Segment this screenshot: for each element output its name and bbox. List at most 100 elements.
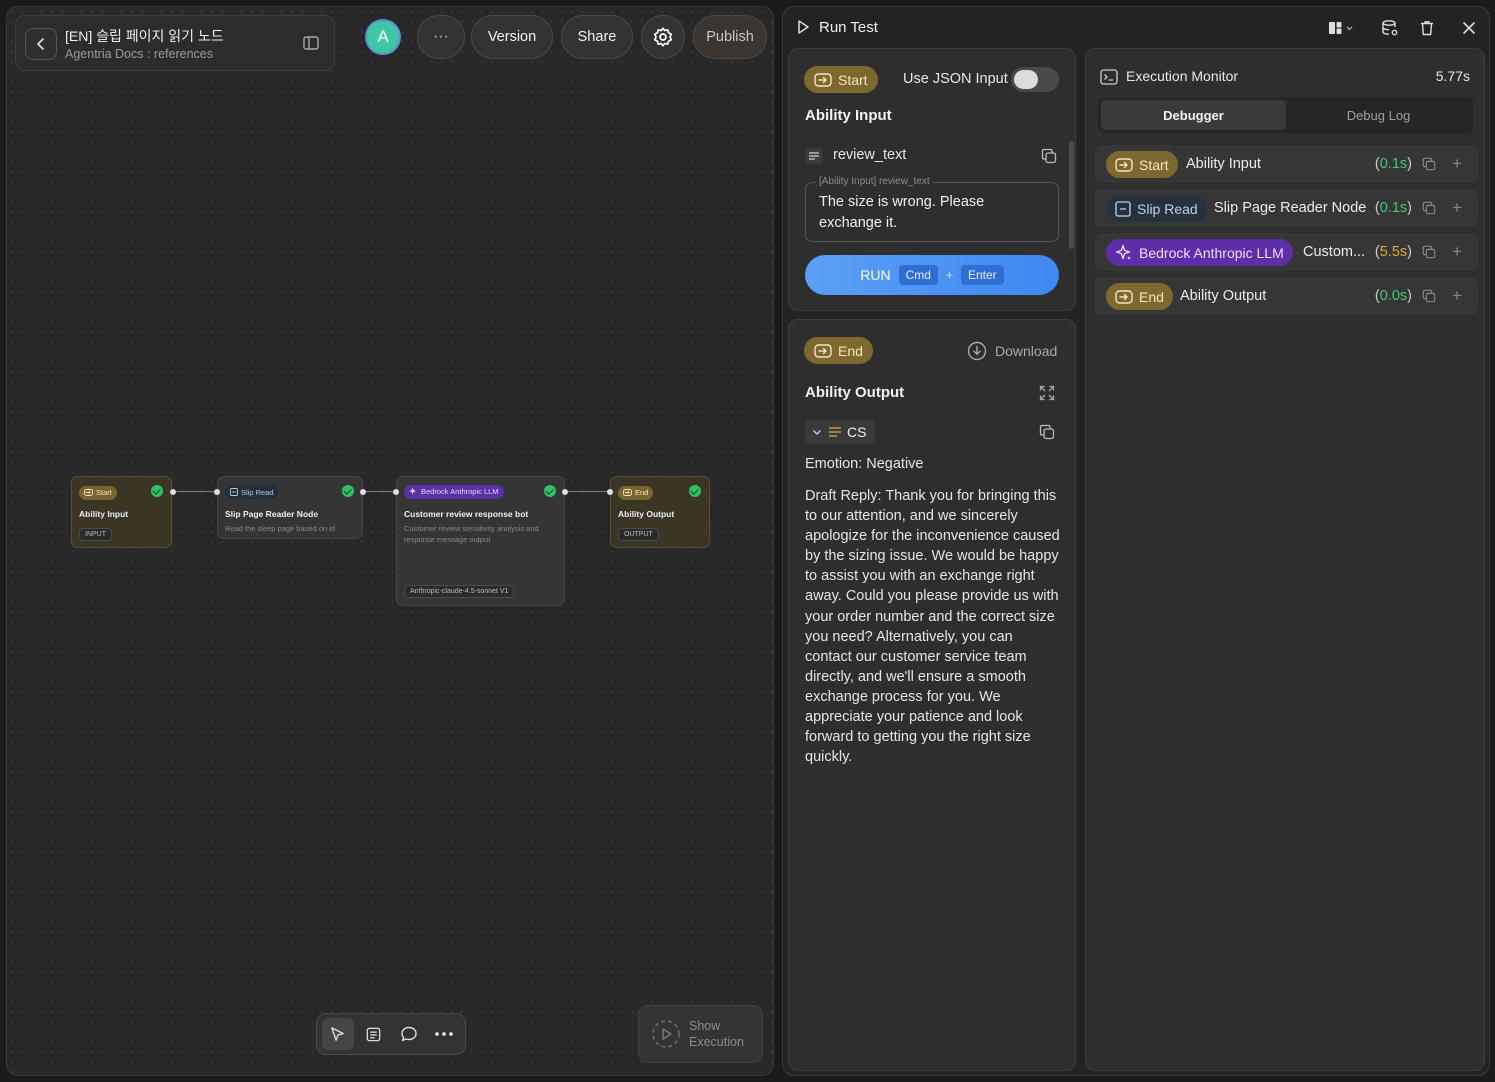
exec-row-bedrock-llm[interactable]: Bedrock Anthropic LLM Custom... (5.5s) +	[1094, 233, 1478, 271]
database-settings-button[interactable]	[1379, 17, 1401, 39]
plus-icon[interactable]: +	[1452, 154, 1462, 174]
run-button[interactable]: RUN Cmd + Enter	[805, 255, 1059, 295]
note-icon	[366, 1027, 381, 1041]
show-execution-button[interactable]: Show Execution	[638, 1005, 763, 1063]
json-input-toggle[interactable]	[1011, 67, 1059, 92]
row-time-value: 0.0s	[1379, 288, 1408, 304]
copy-icon[interactable]	[1039, 424, 1055, 440]
node-start[interactable]: Start Ability Input INPUT	[71, 476, 172, 548]
row-node-name: Ability Output	[1180, 288, 1267, 304]
run-test-panel: Run Test Start Use JSON Input Ability In…	[782, 6, 1490, 1076]
canvas-toolbar	[316, 1013, 466, 1055]
row-duration: (0.1s)	[1375, 200, 1412, 216]
more-options-button[interactable]: ···	[417, 15, 465, 59]
edge-slip-to-llm	[363, 491, 396, 492]
node-port[interactable]	[562, 489, 568, 495]
row-duration: (5.5s)	[1375, 244, 1412, 260]
kbd-plus: +	[945, 268, 953, 282]
copy-icon[interactable]	[1422, 245, 1436, 259]
trash-icon	[1421, 21, 1433, 36]
comment-tool-button[interactable]	[393, 1018, 425, 1050]
json-toggle-label: Use JSON Input	[903, 71, 1008, 87]
copy-icon[interactable]	[1422, 201, 1436, 215]
node-slip-badge-label: Slip Read	[241, 487, 274, 497]
chevron-down-icon	[813, 430, 821, 435]
close-panel-button[interactable]	[1458, 17, 1480, 39]
end-badge: End	[804, 337, 873, 364]
comment-icon	[401, 1026, 417, 1042]
login-icon	[814, 72, 832, 87]
cursor-icon	[331, 1026, 345, 1041]
review-text-value: The size is wrong. Please exchange it.	[819, 194, 985, 232]
ability-input-card: Start Use JSON Input Ability Input revie…	[788, 48, 1076, 311]
clear-button[interactable]	[1416, 17, 1438, 39]
download-button[interactable]: Download	[967, 341, 1057, 361]
node-bedrock-llm[interactable]: Bedrock Anthropic LLM Customer review re…	[396, 476, 565, 606]
success-check-icon	[342, 485, 354, 497]
plus-icon[interactable]: +	[1452, 198, 1462, 218]
input-scrollbar[interactable]	[1069, 141, 1074, 249]
node-title: Ability Input	[79, 509, 129, 519]
node-title: Ability Output	[618, 509, 675, 519]
more-tools-button[interactable]	[429, 1018, 461, 1050]
cs-label: CS	[847, 424, 867, 440]
exec-row-slip-read[interactable]: Slip Read Slip Page Reader Node (0.1s) +	[1094, 189, 1478, 227]
copy-icon[interactable]	[1422, 289, 1436, 303]
copy-icon[interactable]	[1422, 157, 1436, 171]
review-text-input[interactable]: [Ability Input] review_text The size is …	[805, 175, 1059, 242]
expand-icon[interactable]	[1039, 385, 1055, 401]
gear-icon	[653, 27, 673, 47]
cs-output-toggle[interactable]: CS	[805, 420, 875, 444]
play-icon	[798, 20, 809, 34]
exec-row-end[interactable]: End Ability Output (0.0s) +	[1094, 277, 1478, 315]
workflow-canvas[interactable]: [EN] 슬립 페이지 읽기 노드 Agentria Docs : refere…	[6, 6, 774, 1076]
node-port[interactable]	[607, 489, 613, 495]
row-duration: (0.0s)	[1375, 288, 1412, 304]
login-icon	[814, 343, 832, 358]
layout-switch-button[interactable]	[1327, 17, 1357, 39]
tab-debug-log[interactable]: Debug Log	[1286, 100, 1471, 130]
node-tag: OUTPUT	[618, 528, 659, 541]
ability-input-title: Ability Input	[805, 107, 892, 124]
plus-icon[interactable]: +	[1452, 242, 1462, 262]
paren-close: )	[1407, 288, 1412, 304]
exec-row-start[interactable]: Start Ability Input (0.1s) +	[1094, 145, 1478, 183]
row-node-name: Ability Input	[1186, 156, 1261, 172]
tab-debugger[interactable]: Debugger	[1101, 100, 1286, 130]
success-check-icon	[544, 485, 556, 497]
row-badge-end: End	[1106, 283, 1173, 310]
settings-button[interactable]	[641, 15, 685, 59]
share-button[interactable]: Share	[561, 15, 633, 59]
select-tool-button[interactable]	[322, 1018, 354, 1050]
copy-icon[interactable]	[1041, 148, 1057, 164]
close-icon	[1463, 22, 1475, 34]
version-button[interactable]: Version	[471, 15, 553, 59]
avatar[interactable]: A	[365, 19, 401, 55]
login-icon	[623, 489, 632, 496]
chevron-left-icon	[37, 38, 44, 50]
monitor-title: Execution Monitor	[1126, 68, 1239, 84]
sidebar-toggle-icon[interactable]	[302, 34, 320, 52]
node-start-badge-label: Start	[96, 488, 112, 497]
row-badge-label: Slip Read	[1137, 200, 1198, 217]
publish-button[interactable]: Publish	[693, 15, 767, 59]
node-end[interactable]: End Ability Output OUTPUT	[610, 476, 710, 548]
node-port[interactable]	[170, 489, 176, 495]
back-button[interactable]	[25, 28, 57, 60]
node-port[interactable]	[393, 489, 399, 495]
node-port[interactable]	[214, 489, 220, 495]
document-icon	[230, 488, 238, 496]
monitor-tabs: Debugger Debug Log	[1098, 97, 1474, 133]
node-end-badge-label: End	[635, 488, 649, 497]
node-port[interactable]	[360, 489, 366, 495]
node-slip-read[interactable]: Slip Read Slip Page Reader Node Read the…	[217, 476, 363, 539]
database-icon	[1382, 20, 1398, 36]
plus-icon[interactable]: +	[1452, 286, 1462, 306]
row-badge-label: Bedrock Anthropic LLM	[1139, 244, 1284, 261]
document-title: [EN] 슬립 페이지 읽기 노드	[65, 28, 224, 44]
toggle-knob	[1014, 70, 1038, 89]
kbd-cmd: Cmd	[898, 265, 938, 285]
note-tool-button[interactable]	[358, 1018, 390, 1050]
node-title: Customer review response bot	[404, 509, 529, 519]
end-badge-label: End	[838, 342, 863, 359]
